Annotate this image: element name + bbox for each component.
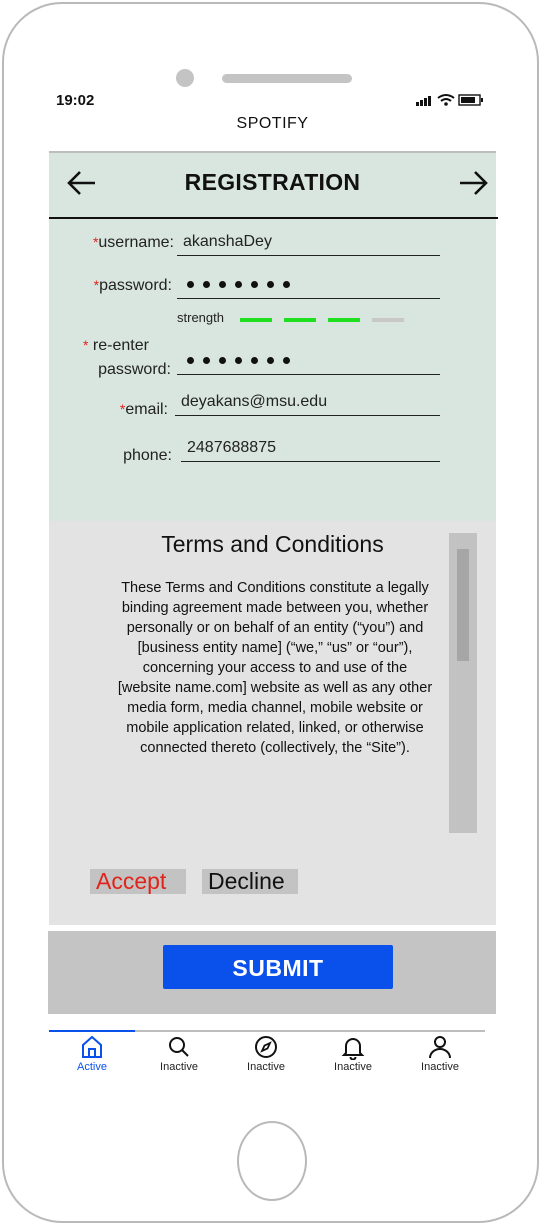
password-dot bbox=[251, 281, 258, 289]
bottom-tab-bar: Active Inactive Inactive Inactive Inacti… bbox=[49, 1030, 485, 1080]
strength-bar bbox=[372, 318, 404, 322]
password-dot bbox=[235, 357, 242, 365]
reenter-label-line1: * re-enter bbox=[83, 337, 149, 354]
scrollbar-thumb[interactable] bbox=[457, 549, 469, 661]
username-field[interactable]: akanshaDey bbox=[177, 230, 440, 256]
password-field[interactable] bbox=[177, 273, 440, 299]
search-icon bbox=[169, 1037, 189, 1057]
phone-label: phone: bbox=[123, 447, 172, 464]
password-dot bbox=[283, 357, 290, 365]
app-title: SPOTIFY bbox=[236, 115, 309, 132]
signal-icon bbox=[416, 96, 431, 106]
tab-home[interactable]: Active bbox=[49, 1030, 135, 1080]
strength-bar bbox=[328, 318, 360, 322]
tab-label: Inactive bbox=[160, 1061, 198, 1073]
user-icon bbox=[429, 1036, 451, 1059]
reenter-password-field[interactable] bbox=[177, 349, 440, 375]
email-field[interactable]: deyakans@msu.edu bbox=[175, 390, 440, 416]
terms-body: These Terms and Conditions constitute a … bbox=[117, 580, 433, 756]
camera bbox=[176, 69, 194, 87]
strength-bar bbox=[284, 318, 316, 322]
submit-section: SUBMIT bbox=[48, 931, 496, 1014]
username-label: *username: bbox=[92, 234, 174, 251]
tab-notifications[interactable]: Inactive bbox=[310, 1032, 396, 1080]
accept-button[interactable]: Accept bbox=[90, 869, 186, 894]
password-dot bbox=[219, 281, 226, 289]
tab-explore[interactable]: Inactive bbox=[223, 1032, 309, 1080]
status-time: 19:02 bbox=[56, 92, 95, 109]
strength-label: strength bbox=[177, 310, 224, 325]
terms-section: Terms and Conditions These Terms and Con… bbox=[49, 521, 496, 925]
password-dot bbox=[203, 357, 210, 365]
required-marker: * bbox=[83, 337, 89, 353]
email-label: *email: bbox=[119, 401, 168, 418]
password-dot bbox=[267, 281, 274, 289]
password-dot bbox=[251, 357, 258, 365]
password-dot bbox=[187, 357, 194, 365]
arrow-right-icon[interactable] bbox=[457, 168, 489, 198]
password-dot bbox=[187, 281, 194, 289]
registration-form: REGISTRATION *username: akanshaDey *pass… bbox=[49, 151, 498, 523]
password-dot bbox=[235, 281, 242, 289]
registration-header: REGISTRATION bbox=[49, 153, 498, 219]
tab-profile[interactable]: Inactive bbox=[397, 1032, 483, 1080]
home-icon bbox=[82, 1035, 102, 1058]
bell-icon bbox=[341, 1038, 365, 1060]
password-dot bbox=[219, 357, 226, 365]
battery-icon bbox=[458, 94, 483, 106]
tab-search[interactable]: Inactive bbox=[136, 1032, 222, 1080]
password-dot bbox=[283, 281, 290, 289]
tab-label: Inactive bbox=[247, 1061, 285, 1073]
reenter-label-line2: password: bbox=[98, 361, 171, 378]
speaker bbox=[222, 74, 352, 83]
terms-scrollbar[interactable] bbox=[449, 533, 477, 833]
home-button[interactable] bbox=[237, 1121, 307, 1201]
compass-icon bbox=[255, 1036, 277, 1058]
phone-field[interactable]: 2487688875 bbox=[181, 436, 440, 462]
terms-title: Terms and Conditions bbox=[161, 531, 384, 557]
password-label: *password: bbox=[93, 277, 172, 294]
page-title: REGISTRATION bbox=[184, 169, 361, 195]
tab-label: Active bbox=[77, 1061, 107, 1073]
strength-bar bbox=[240, 318, 272, 322]
tab-label: Inactive bbox=[334, 1061, 372, 1073]
wifi-icon bbox=[437, 94, 455, 106]
password-dot bbox=[203, 281, 210, 289]
password-dot bbox=[267, 357, 274, 365]
tab-label: Inactive bbox=[421, 1061, 459, 1073]
submit-button[interactable]: SUBMIT bbox=[163, 945, 393, 989]
status-icons bbox=[416, 94, 483, 106]
decline-button[interactable]: Decline bbox=[202, 869, 298, 894]
